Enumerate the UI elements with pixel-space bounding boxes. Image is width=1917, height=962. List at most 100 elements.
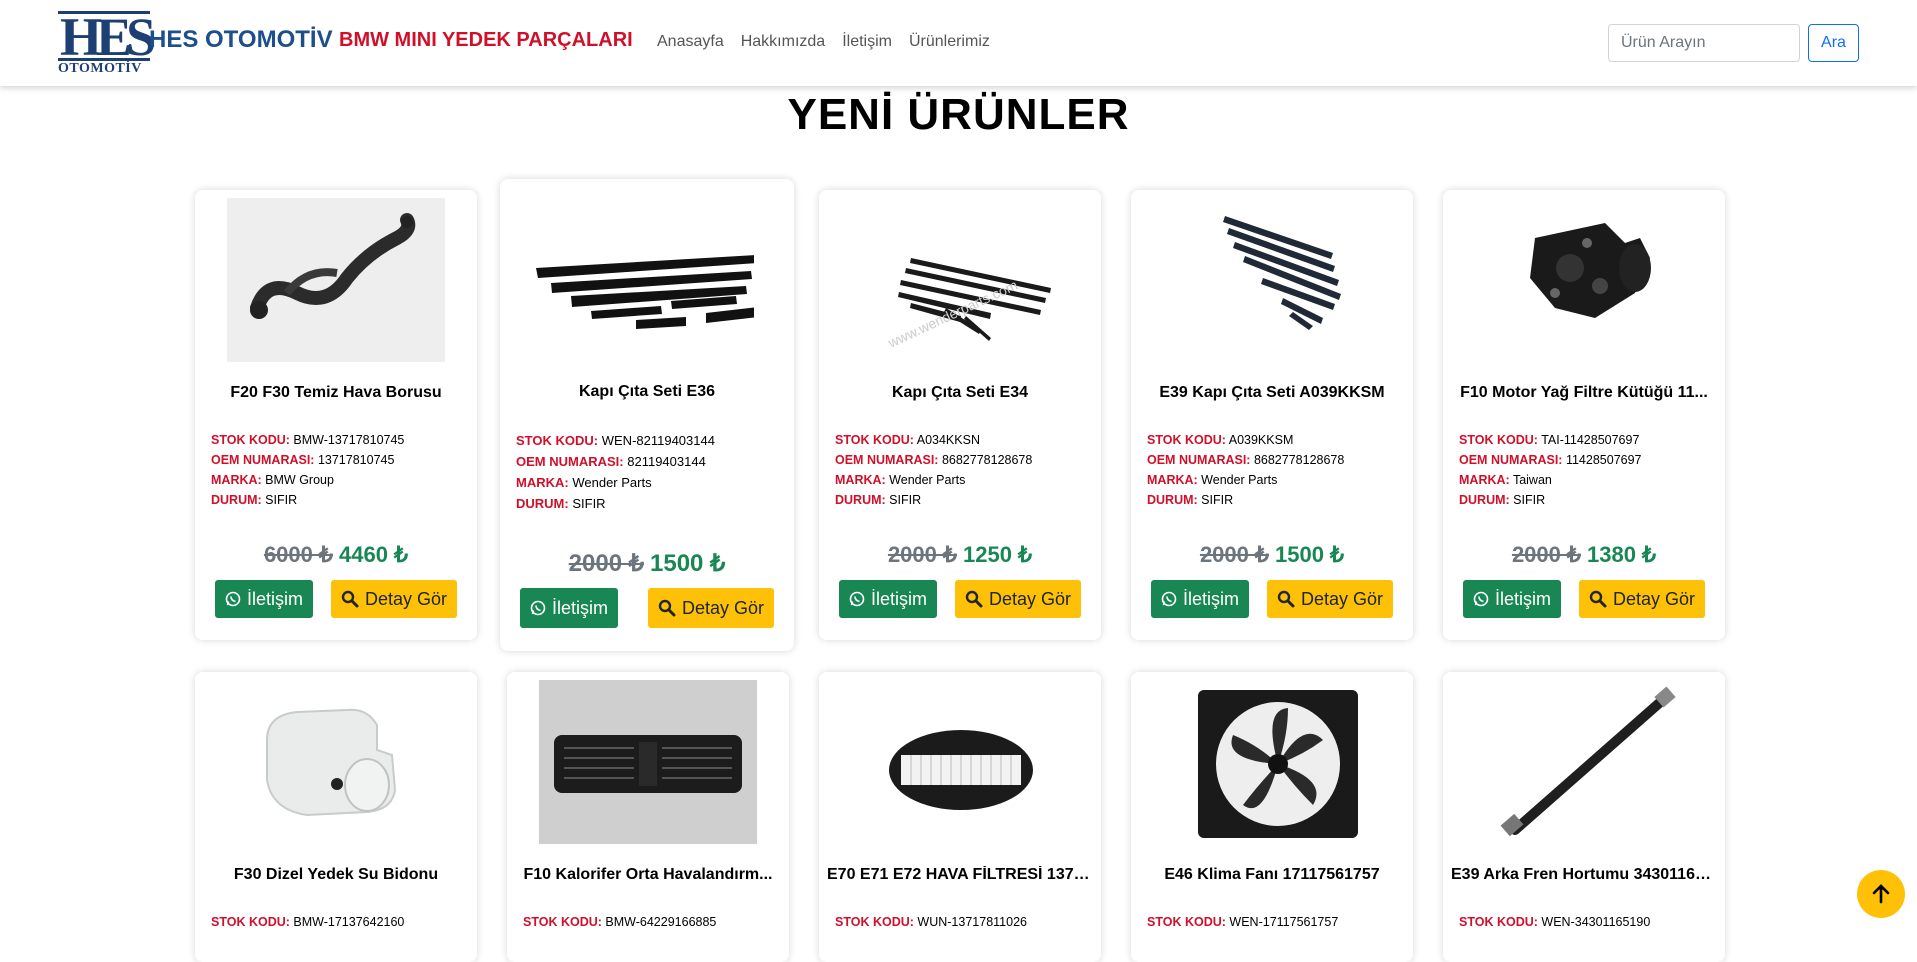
product-title[interactable]: E46 Klima Fanı 17117561757 (1131, 866, 1413, 884)
search-icon (1277, 590, 1295, 608)
brand-label: MARKA: (211, 473, 262, 487)
nav-link-products[interactable]: Ürünlerimiz (909, 33, 990, 51)
brand-label: MARKA: (1147, 473, 1198, 487)
oem-label: OEM NUMARASI: (211, 453, 315, 467)
product-card[interactable]: E39 Kapı Çıta Seti A039KKSM STOK KODU: A… (1131, 190, 1413, 640)
nav-links: Anasayfa Hakkımızda İletişim Ürünlerimiz (657, 33, 990, 51)
product-card[interactable]: F20 F30 Temiz Hava Borusu STOK KODU: BMW… (195, 190, 477, 640)
oem-value: 8682778128678 (941, 453, 1033, 467)
detail-button[interactable]: Detay Gör (954, 580, 1081, 618)
product-card[interactable]: F10 Kalorifer Orta Havalandırm... STOK K… (507, 672, 789, 962)
brand-label: MARKA: (516, 475, 569, 490)
product-card[interactable]: www.wenderparts.com Kapı Çıta Seti E34 S… (819, 190, 1101, 640)
search-button[interactable]: Ara (1808, 24, 1859, 62)
old-price: 2000 ₺ (1199, 542, 1269, 567)
brand-value: Taiwan (1512, 473, 1552, 487)
stock-code-value: BMW-17137642160 (293, 915, 405, 929)
old-price: 2000 ₺ (887, 542, 957, 567)
price-block: 2000 ₺ 1500 ₺ (500, 549, 794, 578)
product-image-air-vent[interactable] (539, 680, 757, 844)
contact-whatsapp-button[interactable]: İletişim (520, 588, 619, 628)
product-card[interactable]: E39 Arka Fren Hortumu 34301165... STOK K… (1443, 672, 1725, 962)
brand-label: MARKA: (1459, 473, 1510, 487)
stock-code-value: A034KKSN (916, 433, 980, 447)
product-card[interactable]: F30 Dizel Yedek Su Bidonu STOK KODU: BMW… (195, 672, 477, 962)
stock-code-value: WUN-13717811026 (917, 915, 1027, 929)
detail-button-label: Detay Gör (1300, 589, 1383, 609)
product-image-door-trim-set[interactable] (1163, 198, 1381, 362)
detail-button[interactable]: Detay Gör (330, 580, 457, 618)
contact-whatsapp-button[interactable]: İletişim (1463, 580, 1562, 618)
product-title[interactable]: F10 Kalorifer Orta Havalandırm... (507, 866, 789, 884)
product-title[interactable]: F10 Motor Yağ Filtre Kütüğü 11... (1443, 384, 1725, 402)
product-info: STOK KODU: WEN-34301165190 (1459, 912, 1650, 932)
search-icon (658, 599, 676, 617)
nav-link-contact[interactable]: İletişim (842, 33, 892, 51)
product-title[interactable]: Kapı Çıta Seti E34 (819, 384, 1101, 402)
search-input[interactable]: Ürün Arayın (1608, 24, 1800, 62)
brand-value: Wender Parts (1201, 473, 1278, 487)
condition-label: DURUM: (1147, 493, 1198, 507)
product-title[interactable]: E70 E71 E72 HAVA FİLTRESİ 1371... (819, 866, 1101, 884)
product-info: STOK KODU: A039KKSM OEM NUMARASI: 868277… (1147, 430, 1344, 510)
stock-code-value: WEN-17117561757 (1229, 915, 1339, 929)
product-title[interactable]: E39 Kapı Çıta Seti A039KKSM (1131, 384, 1413, 402)
price-block: 2000 ₺ 1250 ₺ (819, 542, 1101, 568)
product-image-door-trim-set[interactable]: www.wenderparts.com (851, 198, 1069, 362)
whatsapp-icon (849, 591, 865, 607)
stock-code-label: STOK KODU: (523, 915, 602, 929)
oem-value: 82119403144 (627, 454, 706, 469)
brand-tagline[interactable]: BMW MINI YEDEK PARÇALARI (339, 29, 633, 52)
product-info: STOK KODU: WUN-13717811026 (835, 912, 1027, 932)
stock-code-value: BMW-64229166885 (605, 915, 717, 929)
whatsapp-icon (1473, 591, 1489, 607)
product-card[interactable]: E70 E71 E72 HAVA FİLTRESİ 1371... STOK K… (819, 672, 1101, 962)
nav-link-home[interactable]: Anasayfa (657, 33, 724, 51)
product-image-oil-filter-housing[interactable] (1475, 198, 1693, 362)
product-card[interactable]: E46 Klima Fanı 17117561757 STOK KODU: WE… (1131, 672, 1413, 962)
whatsapp-icon (530, 600, 546, 616)
brand-value: Wender Parts (889, 473, 966, 487)
product-title[interactable]: Kapı Çıta Seti E36 (500, 383, 794, 401)
detail-button-label: Detay Gör (681, 598, 764, 618)
product-image-radiator-fan[interactable] (1163, 680, 1381, 844)
product-image-air-filter[interactable] (851, 680, 1069, 844)
product-title[interactable]: F30 Dizel Yedek Su Bidonu (195, 866, 477, 884)
detail-button[interactable]: Detay Gör (1266, 580, 1393, 618)
product-image-brake-hose[interactable] (1475, 680, 1693, 844)
nav-link-about[interactable]: Hakkımızda (741, 33, 825, 51)
product-title[interactable]: E39 Arka Fren Hortumu 34301165... (1443, 866, 1725, 884)
brand-name[interactable]: HES OTOMOTİV (149, 26, 333, 54)
product-image-coolant-tank[interactable] (227, 680, 445, 844)
oem-value: 8682778128678 (1253, 453, 1345, 467)
search-icon (965, 590, 983, 608)
stock-code-label: STOK KODU: (1147, 433, 1226, 447)
product-card[interactable]: F10 Motor Yağ Filtre Kütüğü 11... STOK K… (1443, 190, 1725, 640)
contact-whatsapp-button[interactable]: İletişim (1151, 580, 1250, 618)
detail-button[interactable]: Detay Gör (1578, 580, 1705, 618)
product-image-air-pipe[interactable] (227, 198, 445, 362)
detail-button-label: Detay Gör (364, 589, 447, 609)
condition-value: SIFIR (889, 493, 922, 507)
scroll-to-top-button[interactable] (1857, 870, 1905, 918)
price-block: 6000 ₺ 4460 ₺ (195, 542, 477, 568)
price-block: 2000 ₺ 1500 ₺ (1131, 542, 1413, 568)
search-icon (341, 590, 359, 608)
product-image-door-trim-set[interactable] (536, 193, 754, 357)
logo-mark: HES (58, 8, 156, 66)
site-logo[interactable]: HES OTOMOTİV (58, 8, 156, 76)
oem-value: 13717810745 (317, 453, 395, 467)
stock-code-value: BMW-13717810745 (293, 433, 405, 447)
stock-code-value: WEN-82119403144 (601, 433, 715, 448)
stock-code-label: STOK KODU: (1459, 915, 1538, 929)
contact-whatsapp-button[interactable]: İletişim (839, 580, 938, 618)
detail-button[interactable]: Detay Gör (647, 588, 774, 628)
oem-label: OEM NUMARASI: (1459, 453, 1563, 467)
logo-subtitle: OTOMOTİV (58, 61, 142, 76)
product-info: STOK KODU: WEN-17117561757 (1147, 912, 1338, 932)
contact-whatsapp-button[interactable]: İletişim (215, 580, 314, 618)
condition-value: SIFIR (1513, 493, 1546, 507)
new-price: 1500 ₺ (650, 550, 726, 577)
product-card[interactable]: Kapı Çıta Seti E36 STOK KODU: WEN-821194… (500, 179, 794, 651)
product-title[interactable]: F20 F30 Temiz Hava Borusu (195, 384, 477, 402)
